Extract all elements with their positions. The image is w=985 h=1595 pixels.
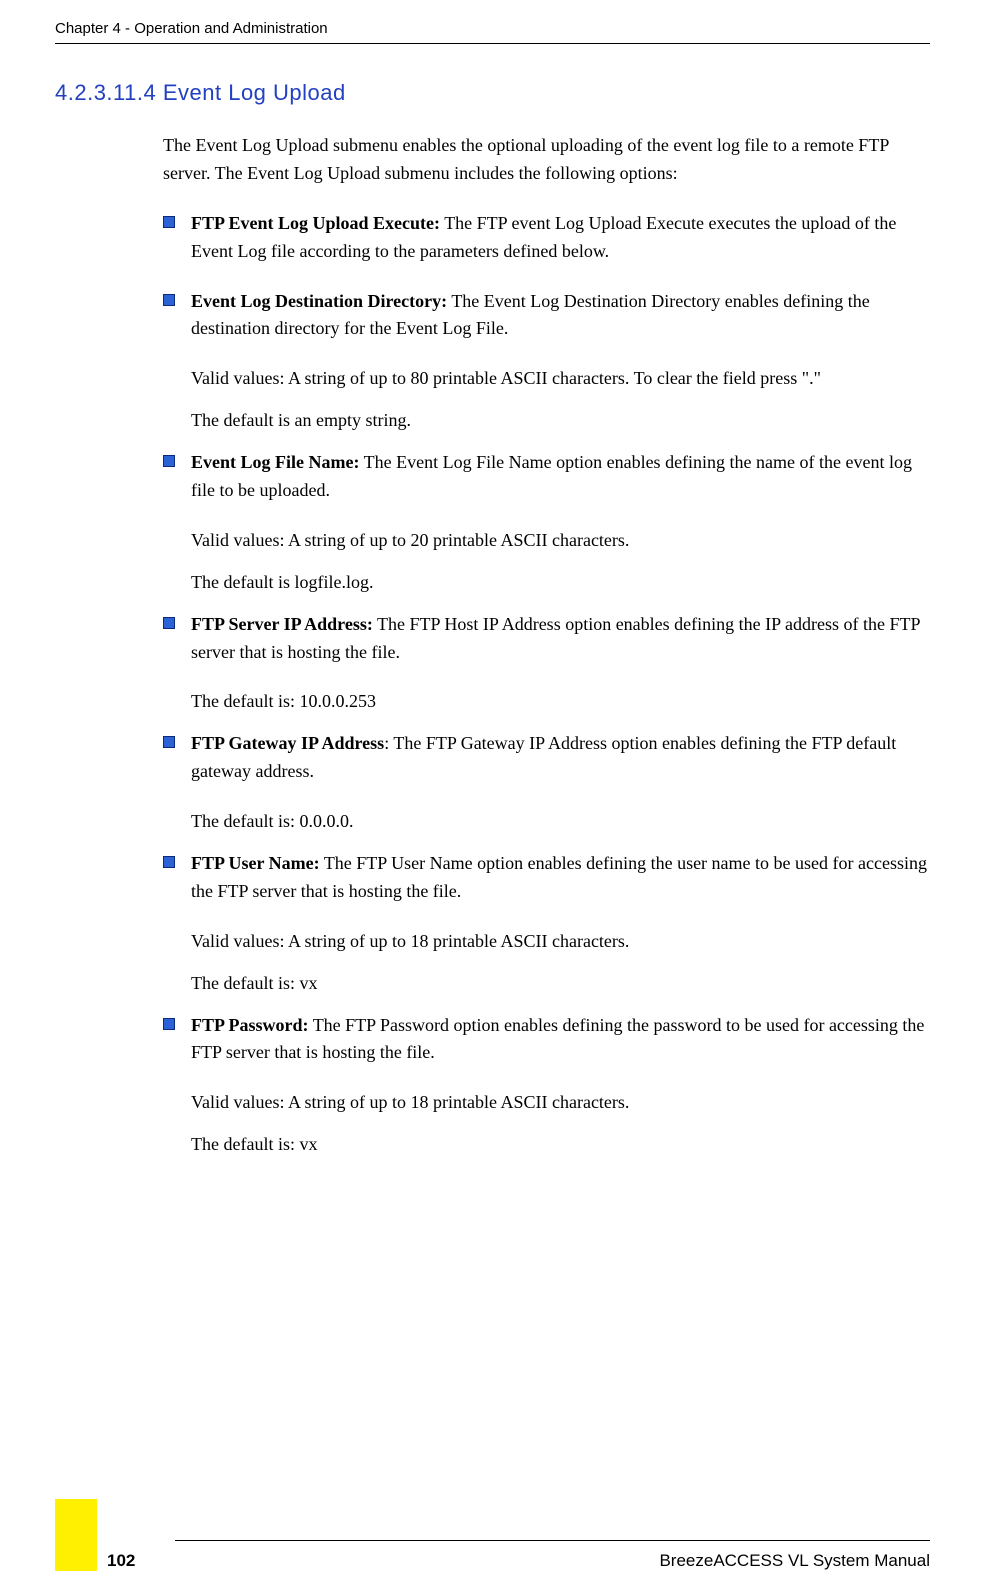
item-subtext: The default is: 10.0.0.253 — [191, 688, 930, 716]
list-item: FTP Gateway IP Address: The FTP Gateway … — [163, 730, 930, 786]
list-item-text: FTP Password: The FTP Password option en… — [191, 1012, 930, 1068]
item-subtext: The default is: 0.0.0.0. — [191, 808, 930, 836]
list-item: FTP Event Log Upload Execute: The FTP ev… — [163, 210, 930, 266]
list-item-text: Event Log File Name: The Event Log File … — [191, 449, 930, 505]
square-bullet-icon — [163, 294, 175, 306]
item-label: Event Log File Name: — [191, 452, 359, 472]
item-subtext: The default is: vx — [191, 970, 930, 998]
item-subtext: The default is: vx — [191, 1131, 930, 1159]
item-label: Event Log Destination Directory: — [191, 291, 447, 311]
page-footer: 102 BreezeACCESS VL System Manual — [0, 1540, 985, 1571]
square-bullet-icon — [163, 455, 175, 467]
chapter-header: Chapter 4 - Operation and Administration — [55, 20, 930, 44]
item-label: FTP User Name: — [191, 853, 320, 873]
item-subtext: Valid values: A string of up to 80 print… — [191, 365, 930, 393]
item-label: FTP Event Log Upload Execute: — [191, 213, 440, 233]
list-item: FTP User Name: The FTP User Name option … — [163, 850, 930, 906]
manual-title: BreezeACCESS VL System Manual — [659, 1551, 930, 1571]
item-label: FTP Server IP Address: — [191, 614, 373, 634]
list-item: Event Log File Name: The Event Log File … — [163, 449, 930, 505]
list-item-text: FTP User Name: The FTP User Name option … — [191, 850, 930, 906]
page-number: 102 — [107, 1551, 135, 1571]
list-item: Event Log Destination Directory: The Eve… — [163, 288, 930, 344]
square-bullet-icon — [163, 856, 175, 868]
square-bullet-icon — [163, 1018, 175, 1030]
yellow-accent-bar — [55, 1499, 97, 1571]
item-subtext: The default is an empty string. — [191, 407, 930, 435]
square-bullet-icon — [163, 736, 175, 748]
list-item: FTP Server IP Address: The FTP Host IP A… — [163, 611, 930, 667]
footer-rule — [175, 1540, 930, 1541]
list-item-text: FTP Gateway IP Address: The FTP Gateway … — [191, 730, 930, 786]
item-label: FTP Gateway IP Address — [191, 733, 384, 753]
list-item-text: FTP Event Log Upload Execute: The FTP ev… — [191, 210, 930, 266]
square-bullet-icon — [163, 617, 175, 629]
square-bullet-icon — [163, 216, 175, 228]
item-label: FTP Password: — [191, 1015, 309, 1035]
item-subtext: The default is logfile.log. — [191, 569, 930, 597]
item-subtext: Valid values: A string of up to 20 print… — [191, 527, 930, 555]
list-item-text: Event Log Destination Directory: The Eve… — [191, 288, 930, 344]
item-subtext: Valid values: A string of up to 18 print… — [191, 1089, 930, 1117]
section-title: 4.2.3.11.4 Event Log Upload — [55, 80, 930, 106]
intro-paragraph: The Event Log Upload submenu enables the… — [163, 132, 930, 188]
list-item-text: FTP Server IP Address: The FTP Host IP A… — [191, 611, 930, 667]
item-subtext: Valid values: A string of up to 18 print… — [191, 928, 930, 956]
list-item: FTP Password: The FTP Password option en… — [163, 1012, 930, 1068]
